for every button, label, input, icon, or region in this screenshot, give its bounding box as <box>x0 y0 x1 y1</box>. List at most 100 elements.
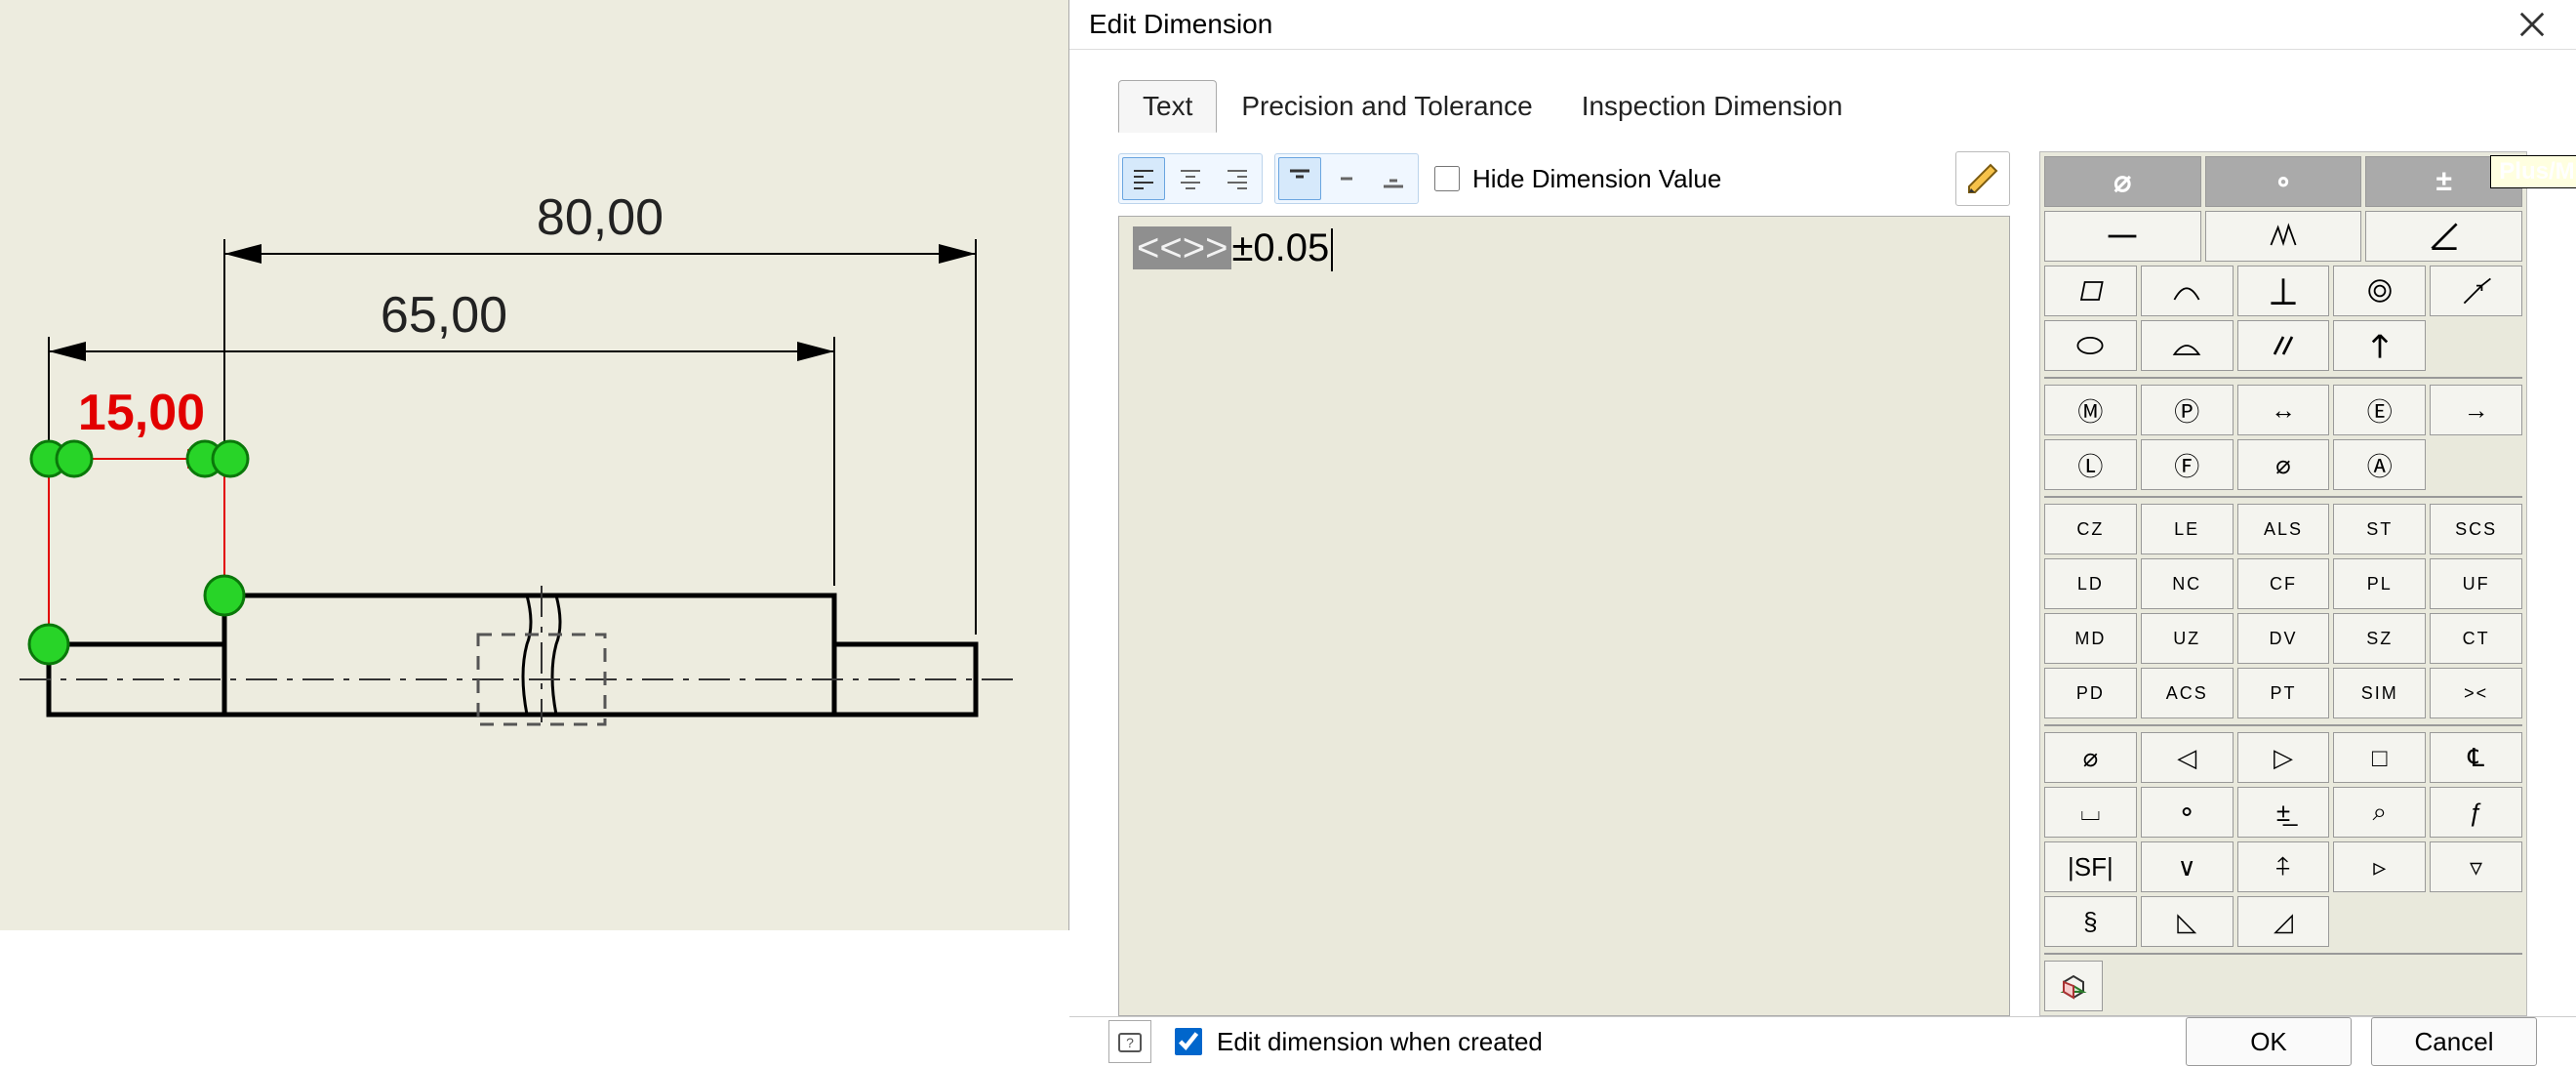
symbol-PL[interactable]: PL <box>2333 558 2426 609</box>
symbol-⌕[interactable]: ⌕ <box>2333 787 2426 838</box>
cancel-button[interactable]: Cancel <box>2371 1017 2537 1066</box>
dimension-15-selected[interactable]: 15,00 <box>49 385 224 635</box>
close-button[interactable] <box>2508 0 2556 49</box>
grip[interactable] <box>213 441 248 476</box>
tooltip-plus-minus: Plus/Minus <box>2490 155 2576 188</box>
edit-when-created-checkbox[interactable] <box>1175 1028 1202 1055</box>
symbol-↔[interactable]: ↔ <box>2237 385 2330 435</box>
dimension-80[interactable]: 80,00 <box>224 189 976 635</box>
symbol-Ⓟ[interactable]: Ⓟ <box>2141 385 2234 435</box>
symbol-NC[interactable]: NC <box>2141 558 2234 609</box>
symbol-LD[interactable]: LD <box>2044 558 2137 609</box>
v-align-group <box>1274 153 1419 204</box>
symbol-→[interactable]: → <box>2430 385 2522 435</box>
grip[interactable] <box>57 441 92 476</box>
symbol-Ⓕ[interactable]: Ⓕ <box>2141 439 2234 490</box>
cad-cube-icon <box>2056 968 2091 1004</box>
symbol-Ⓜ[interactable]: Ⓜ <box>2044 385 2137 435</box>
align-center-button[interactable] <box>1169 157 1212 200</box>
svg-text:15,00: 15,00 <box>78 385 205 441</box>
symbol-double-slash[interactable] <box>2237 320 2330 371</box>
symbol-double-circle[interactable] <box>2333 266 2426 316</box>
symbol-|SF|[interactable]: |SF| <box>2044 841 2137 892</box>
h-align-group <box>1118 153 1263 204</box>
symbol-PT[interactable]: PT <box>2237 668 2330 718</box>
symbol-CF[interactable]: CF <box>2237 558 2330 609</box>
symbol-▹[interactable]: ▹ <box>2333 841 2426 892</box>
symbol-CT[interactable]: CT <box>2430 613 2522 664</box>
edit-when-created[interactable]: Edit dimension when created <box>1171 1025 1543 1058</box>
symbol-cad[interactable] <box>2044 961 2103 1011</box>
symbol-⌀[interactable]: ⌀ <box>2237 439 2330 490</box>
hide-dimension-value[interactable]: Hide Dimension Value <box>1430 163 1721 194</box>
symbol-LE[interactable]: LE <box>2141 504 2234 554</box>
symbol-⌀[interactable]: ⌀ <box>2044 732 2137 783</box>
symbol-ƒ[interactable]: ƒ <box>2430 787 2522 838</box>
tab-text[interactable]: Text <box>1118 80 1217 133</box>
symbol-SIM[interactable]: SIM <box>2333 668 2426 718</box>
symbol-Ⓛ[interactable]: Ⓛ <box>2044 439 2137 490</box>
symbol-surface-arc[interactable] <box>2141 320 2234 371</box>
symbol-Ⓔ[interactable]: Ⓔ <box>2333 385 2426 435</box>
symbol-angle-sym[interactable] <box>2365 211 2522 262</box>
symbol-plus-minus[interactable]: ± Plus/Minus <box>2365 156 2522 207</box>
symbol-∨[interactable]: ∨ <box>2141 841 2234 892</box>
symbol-><[interactable]: >< <box>2430 668 2522 718</box>
symbol-UZ[interactable]: UZ <box>2141 613 2234 664</box>
svg-text:80,00: 80,00 <box>537 189 664 246</box>
symbol-SCS[interactable]: SCS <box>2430 504 2522 554</box>
symbol-ellipse[interactable] <box>2044 320 2137 371</box>
help-button[interactable]: ? <box>1108 1020 1151 1063</box>
drawing-viewport[interactable]: 80,00 65,00 15,00 <box>0 0 1068 930</box>
symbol-UF[interactable]: UF <box>2430 558 2522 609</box>
symbol-◁[interactable]: ◁ <box>2141 732 2234 783</box>
dimension-65[interactable]: 65,00 <box>49 287 834 635</box>
symbol-up-arrow[interactable] <box>2333 320 2426 371</box>
align-right-button[interactable] <box>1216 157 1259 200</box>
symbol-breakline[interactable] <box>2205 211 2362 262</box>
dimension-text-editor[interactable]: <<>>±0.05 <box>1118 216 2010 1016</box>
symbol-ALS[interactable]: ALS <box>2237 504 2330 554</box>
symbol-§[interactable]: § <box>2044 896 2137 947</box>
edit-when-created-label: Edit dimension when created <box>1217 1027 1543 1057</box>
tab-inspection[interactable]: Inspection Dimension <box>1557 80 1868 132</box>
grip[interactable] <box>29 625 68 664</box>
symbol-parallelogram[interactable] <box>2044 266 2137 316</box>
symbol-⍏[interactable]: ⍏ <box>2237 841 2330 892</box>
symbol-▷[interactable]: ▷ <box>2237 732 2330 783</box>
symbol-line[interactable] <box>2044 211 2201 262</box>
symbol-±̲[interactable]: ±̲ <box>2237 787 2330 838</box>
valign-top-button[interactable] <box>1278 157 1321 200</box>
valign-middle-button[interactable] <box>1325 157 1368 200</box>
symbol-◺[interactable]: ◺ <box>2141 896 2234 947</box>
symbol-▿[interactable]: ▿ <box>2430 841 2522 892</box>
symbol-⚬[interactable]: ⚬ <box>2141 787 2234 838</box>
symbol-SZ[interactable]: SZ <box>2333 613 2426 664</box>
symbol-MD[interactable]: MD <box>2044 613 2137 664</box>
tab-precision-tolerance[interactable]: Precision and Tolerance <box>1217 80 1556 132</box>
symbol-arc[interactable] <box>2141 266 2234 316</box>
hide-dimension-checkbox[interactable] <box>1434 166 1460 191</box>
symbol-◿[interactable]: ◿ <box>2237 896 2330 947</box>
symbol-degree[interactable]: ∘ <box>2205 156 2362 207</box>
grip[interactable] <box>205 576 244 615</box>
text-cursor <box>1331 228 1333 271</box>
ok-button[interactable]: OK <box>2186 1017 2352 1066</box>
symbol-perpendicular[interactable] <box>2237 266 2330 316</box>
symbol-ST[interactable]: ST <box>2333 504 2426 554</box>
valign-bottom-button[interactable] <box>1372 157 1415 200</box>
edit-text-button[interactable] <box>1955 151 2010 206</box>
symbol-CZ[interactable]: CZ <box>2044 504 2137 554</box>
symbol-DV[interactable]: DV <box>2237 613 2330 664</box>
symbol-diameter[interactable]: ⌀ <box>2044 156 2201 207</box>
symbol-palette: ⌀ ∘ ± Plus/Minus ⓂⓅ↔Ⓔ→ ⓁⒻ⌀Ⓐ CZLEALSSTSCS… <box>2039 151 2527 1016</box>
symbol-PD[interactable]: PD <box>2044 668 2137 718</box>
symbol-□[interactable]: □ <box>2333 732 2426 783</box>
symbol-ACS[interactable]: ACS <box>2141 668 2234 718</box>
align-left-button[interactable] <box>1122 157 1165 200</box>
symbol-Ⓐ[interactable]: Ⓐ <box>2333 439 2426 490</box>
symbol-⌴[interactable]: ⌴ <box>2044 787 2137 838</box>
pencil-icon <box>1963 159 2002 198</box>
symbol-℄[interactable]: ℄ <box>2430 732 2522 783</box>
symbol-3d-arrow[interactable] <box>2430 266 2522 316</box>
